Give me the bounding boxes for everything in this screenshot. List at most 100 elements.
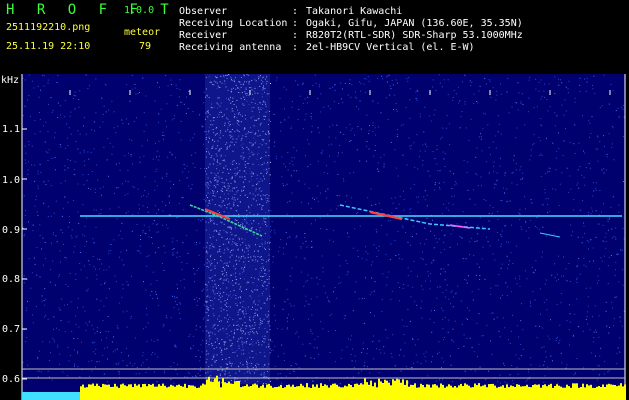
noise-speck: [520, 354, 522, 356]
noise-speck: [165, 120, 166, 122]
noise-speck: [504, 381, 506, 383]
noise-speck: [118, 362, 120, 364]
noise-speck: [111, 153, 113, 155]
noise-speck: [37, 214, 39, 216]
noise-speck: [338, 103, 340, 104]
noise-speck: [427, 271, 429, 273]
noise-speck: [27, 169, 29, 171]
noise-speck: [549, 170, 551, 172]
noise-speck: [54, 157, 56, 158]
noise-speck: [508, 264, 510, 265]
noise-speck: [116, 348, 118, 350]
noise-speck: [601, 105, 603, 107]
noise-speck: [358, 108, 360, 110]
noise-speck: [338, 195, 340, 197]
noise-speck: [586, 311, 588, 313]
noise-speck: [382, 273, 384, 275]
noise-speck: [48, 149, 50, 151]
noise-speck: [511, 224, 512, 226]
power-bar: [362, 384, 364, 400]
power-bar: [618, 385, 620, 400]
power-bar: [512, 386, 514, 400]
noise-speck: [275, 79, 277, 81]
noise-speck: [70, 301, 72, 303]
noise-speck: [419, 242, 421, 244]
noise-speck: [535, 260, 537, 262]
noise-speck: [301, 84, 303, 86]
noise-speck: [376, 231, 378, 233]
noise-speck: [385, 97, 387, 99]
noise-speck: [535, 225, 536, 227]
noise-speck: [176, 256, 178, 258]
noise-speck: [498, 274, 500, 276]
power-bar: [360, 383, 362, 400]
noise-speck: [39, 118, 41, 120]
noise-speck: [400, 124, 402, 126]
noise-speck: [403, 355, 405, 357]
power-bar: [338, 386, 340, 400]
noise-speck: [130, 275, 132, 277]
noise-speck: [533, 107, 535, 109]
noise-speck: [481, 258, 483, 260]
noise-speck: [335, 137, 337, 139]
power-bar: [322, 386, 324, 400]
noise-speck: [52, 337, 54, 339]
noise-speck: [290, 280, 292, 282]
noise-speck: [598, 336, 600, 338]
noise-speck: [609, 327, 611, 328]
noise-speck: [503, 362, 505, 364]
noise-speck: [84, 165, 86, 166]
noise-speck: [447, 79, 449, 81]
power-bar: [578, 387, 580, 400]
noise-speck: [290, 305, 292, 307]
noise-speck: [305, 295, 307, 297]
noise-speck: [483, 112, 485, 114]
noise-speck: [442, 309, 444, 311]
noise-speck: [309, 163, 311, 165]
power-bar: [262, 384, 264, 400]
power-bar: [352, 387, 354, 400]
noise-speck: [598, 365, 600, 367]
noise-speck: [169, 329, 171, 331]
noise-speck: [37, 376, 39, 378]
noise-speck: [37, 357, 39, 359]
noise-speck: [172, 237, 174, 239]
noise-speck: [465, 279, 467, 281]
noise-speck: [78, 99, 80, 101]
noise-speck: [535, 88, 537, 90]
noise-speck: [433, 114, 435, 116]
noise-speck: [410, 148, 412, 150]
power-bar: [426, 384, 428, 400]
noise-speck: [474, 241, 476, 242]
noise-speck: [89, 85, 90, 87]
noise-speck: [194, 152, 196, 154]
noise-speck: [521, 178, 523, 180]
noise-speck: [100, 208, 102, 210]
noise-speck: [465, 222, 467, 224]
noise-speck: [354, 355, 356, 357]
noise-speck: [86, 241, 88, 243]
noise-speck: [469, 337, 471, 339]
noise-speck: [464, 278, 466, 280]
power-bar: [124, 385, 126, 400]
noise-speck: [604, 255, 605, 257]
noise-speck: [39, 224, 41, 226]
noise-speck: [176, 217, 178, 219]
noise-speck: [118, 302, 120, 304]
noise-speck: [559, 183, 561, 185]
noise-speck: [120, 351, 122, 353]
noise-speck: [459, 100, 461, 102]
noise-speck: [122, 122, 124, 124]
power-bar: [90, 384, 92, 400]
noise-speck: [34, 263, 36, 265]
noise-speck: [470, 85, 472, 87]
noise-speck: [40, 171, 42, 173]
noise-speck: [156, 223, 158, 225]
noise-speck: [95, 226, 97, 228]
noise-speck: [547, 366, 549, 368]
noise-speck: [23, 329, 25, 331]
noise-speck: [476, 322, 478, 324]
noise-speck: [138, 372, 140, 374]
noise-speck: [310, 116, 312, 118]
power-bar: [208, 376, 210, 400]
